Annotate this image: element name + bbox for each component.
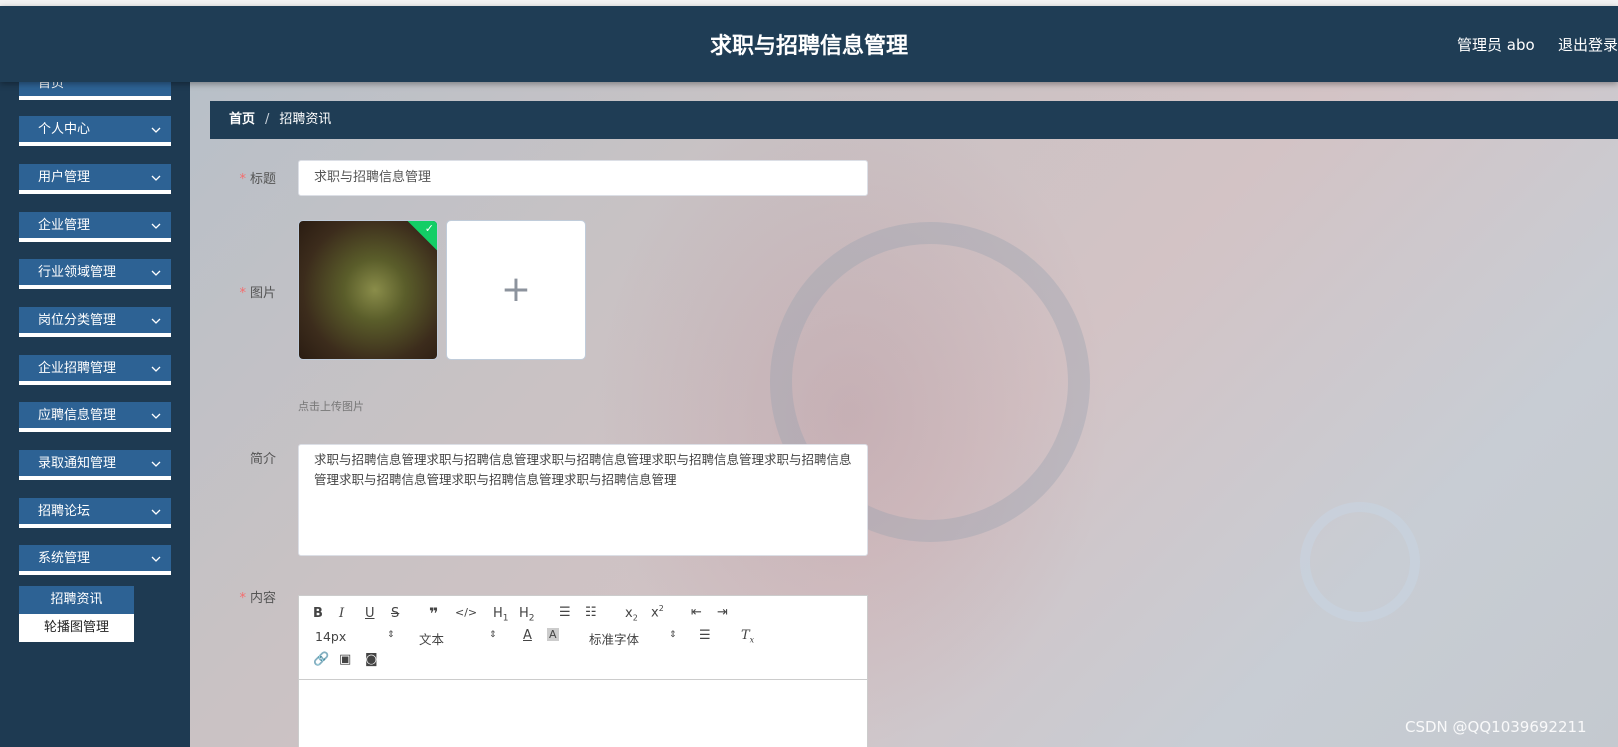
breadcrumb: 首页 / 招聘资讯: [210, 101, 1618, 139]
select-arrows-icon: ⇕: [669, 630, 677, 640]
indent-icon[interactable]: ⇥: [717, 605, 728, 620]
logout-link[interactable]: 退出登录: [1558, 34, 1618, 55]
chevron-down-icon: [151, 545, 161, 562]
rich-text-editor[interactable]: B I U S ❞ </> H1 H2 ☰ ☷ x2 x2 ⇤ ⇥ 14px ⇕ …: [298, 595, 868, 747]
heading1-icon[interactable]: H1: [493, 606, 509, 624]
upload-hint: 点击上传图片: [298, 400, 364, 413]
sidebar-item-recruitment-forum[interactable]: 招聘论坛: [19, 498, 171, 528]
image-upload-button[interactable]: +: [446, 220, 586, 360]
image-icon[interactable]: ▣: [339, 652, 351, 667]
font-size-value: 14px: [315, 629, 347, 644]
breadcrumb-home[interactable]: 首页: [229, 112, 255, 127]
content-label-text: 内容: [249, 591, 276, 606]
text-type-select[interactable]: 文本 ⇕: [419, 629, 499, 648]
sidebar-item-label: 首页: [38, 82, 65, 91]
heading2-icon[interactable]: H2: [519, 606, 535, 624]
bold-icon[interactable]: B: [313, 606, 323, 621]
blockquote-icon[interactable]: ❞: [429, 604, 438, 623]
required-mark: *: [239, 591, 246, 606]
text-type-value: 文本: [419, 632, 445, 647]
main-content: 首页 / 招聘资讯 * 标题 求职与招聘信息管理 * 图片 ✓ + 点击上传图片 简介 …: [190, 82, 1618, 747]
background-decoration: [1300, 502, 1420, 622]
background-color-icon[interactable]: A: [547, 628, 559, 641]
app-title: 求职与招聘信息管理: [709, 34, 908, 59]
chevron-down-icon: [151, 498, 161, 515]
editor-toolbar: B I U S ❞ </> H1 H2 ☰ ☷ x2 x2 ⇤ ⇥ 14px ⇕ …: [299, 596, 867, 680]
chevron-down-icon: [151, 164, 161, 181]
sidebar-item-label: 行业领域管理: [38, 265, 117, 280]
summary-textarea[interactable]: 求职与招聘信息管理求职与招聘信息管理求职与招聘信息管理求职与招聘信息管理求职与招…: [298, 444, 868, 556]
underline-icon[interactable]: U: [365, 606, 375, 621]
chevron-down-icon: [151, 116, 161, 133]
sidebar-item-company-management[interactable]: 企业管理: [19, 212, 171, 242]
top-header: 求职与招聘信息管理 管理员 abo 退出登录: [0, 6, 1618, 82]
current-user: 管理员 abo: [1457, 36, 1535, 54]
sidebar-subitem-carousel-management[interactable]: 轮播图管理: [19, 614, 134, 642]
font-color-icon[interactable]: A: [523, 628, 532, 643]
bullet-list-icon[interactable]: ☷: [585, 605, 597, 620]
breadcrumb-current: 招聘资讯: [279, 112, 332, 127]
sidebar-item-personal-center[interactable]: 个人中心: [19, 116, 171, 146]
image-label: * 图片: [196, 282, 276, 301]
title-label: * 标题: [196, 168, 276, 187]
sidebar-subitem-recruitment-news[interactable]: 招聘资讯: [19, 586, 134, 614]
chevron-down-icon: [151, 450, 161, 467]
image-label-text: 图片: [249, 286, 276, 301]
sidebar-item-label: 个人中心: [38, 122, 91, 137]
select-arrows-icon: ⇕: [489, 630, 497, 640]
outdent-icon[interactable]: ⇤: [691, 605, 702, 620]
font-family-value: 标准字体: [589, 632, 640, 647]
chevron-down-icon: [151, 355, 161, 372]
sidebar-item-home[interactable]: 首页: [19, 82, 171, 100]
content-label: * 内容: [196, 587, 276, 606]
sidebar-item-application-management[interactable]: 应聘信息管理: [19, 402, 171, 432]
sidebar-item-label: 招聘论坛: [38, 504, 91, 519]
check-icon: ✓: [424, 222, 434, 235]
summary-label: 简介: [249, 452, 276, 467]
title-input[interactable]: 求职与招聘信息管理: [298, 160, 868, 196]
code-block-icon[interactable]: </>: [455, 606, 477, 619]
sidebar-item-label: 企业管理: [38, 218, 91, 233]
align-icon[interactable]: ☰: [699, 628, 711, 643]
sidebar-item-position-category[interactable]: 岗位分类管理: [19, 307, 171, 337]
sidebar-item-company-recruitment[interactable]: 企业招聘管理: [19, 355, 171, 385]
font-family-select[interactable]: 标准字体 ⇕: [589, 629, 679, 648]
ordered-list-icon[interactable]: ☰: [559, 605, 571, 620]
sidebar-item-admission-notice[interactable]: 录取通知管理: [19, 450, 171, 480]
video-icon[interactable]: ◙: [365, 652, 378, 667]
sidebar-item-label: 岗位分类管理: [38, 313, 117, 328]
title-label-text: 标题: [249, 172, 276, 187]
chevron-down-icon: [151, 307, 161, 324]
sidebar-item-industry-management[interactable]: 行业领域管理: [19, 259, 171, 289]
subscript-icon[interactable]: x2: [625, 606, 638, 623]
sidebar-item-label: 应聘信息管理: [38, 408, 117, 423]
italic-icon[interactable]: I: [339, 606, 344, 621]
link-icon[interactable]: 🔗: [313, 652, 329, 667]
strikethrough-icon[interactable]: S: [391, 606, 399, 621]
plus-icon: +: [500, 269, 532, 310]
font-size-select[interactable]: 14px ⇕: [315, 629, 395, 644]
sidebar-item-label: 系统管理: [38, 551, 91, 566]
sidebar: 首页 个人中心 用户管理 企业管理 行业领域管理 岗位分类管理 企业招聘管理 应…: [0, 82, 190, 747]
required-mark: *: [239, 172, 246, 187]
sidebar-item-label: 用户管理: [38, 170, 91, 185]
superscript-icon[interactable]: x2: [651, 604, 664, 620]
sidebar-item-label: 录取通知管理: [38, 456, 117, 471]
sidebar-item-system-management[interactable]: 系统管理: [19, 545, 171, 575]
chevron-down-icon: [151, 212, 161, 229]
uploaded-image-thumbnail[interactable]: ✓: [298, 220, 438, 360]
sidebar-item-user-management[interactable]: 用户管理: [19, 164, 171, 194]
required-mark: *: [239, 286, 246, 301]
sidebar-item-label: 企业招聘管理: [38, 361, 117, 376]
watermark: CSDN @QQ1039692211: [1405, 718, 1587, 736]
breadcrumb-separator: /: [265, 112, 270, 127]
clear-format-icon[interactable]: Tx: [741, 628, 754, 645]
select-arrows-icon: ⇕: [387, 630, 395, 640]
chevron-down-icon: [151, 259, 161, 276]
chevron-down-icon: [151, 402, 161, 419]
